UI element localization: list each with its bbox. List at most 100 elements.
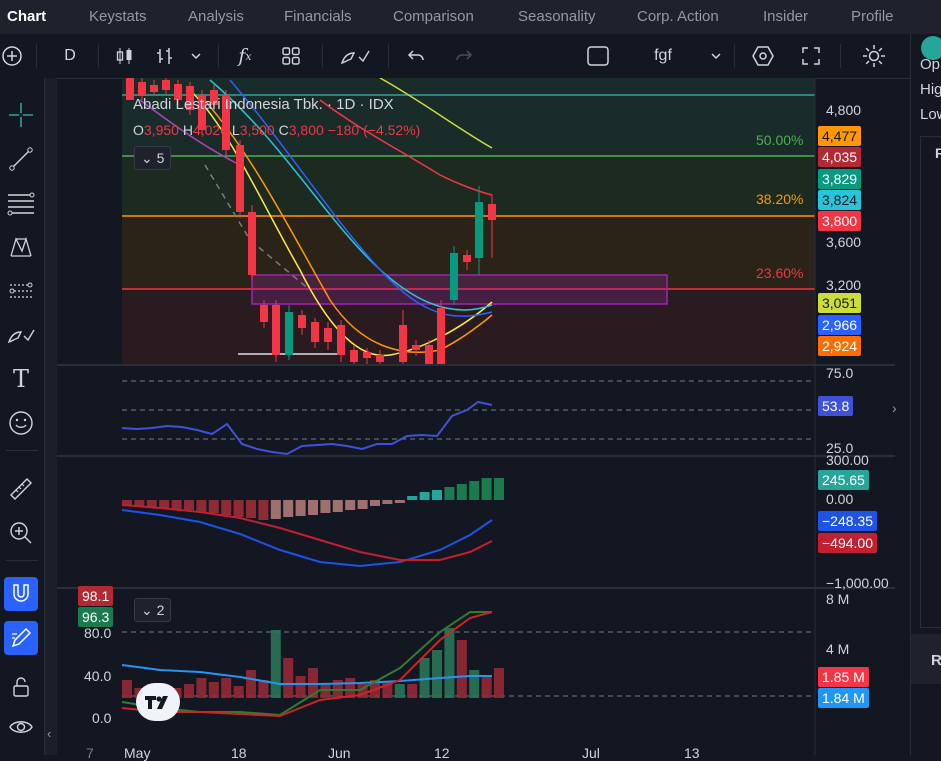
macd-histogram-bar — [382, 500, 393, 504]
macd-histogram-bar — [444, 487, 455, 500]
price-label: 3,824 — [818, 190, 862, 210]
macd-histogram-bar — [357, 500, 368, 509]
macd-histogram-bar — [208, 500, 219, 513]
fib-label-23: 23.60% — [756, 265, 804, 281]
volume-bar — [208, 682, 219, 698]
macd-histogram-bar — [407, 496, 418, 500]
stoch-k-label: 98.1 — [78, 586, 114, 606]
price-tick: 4,800 — [826, 102, 862, 118]
volume-bar — [456, 640, 467, 698]
price-label: 4,035 — [818, 147, 862, 167]
volume-bar — [444, 628, 455, 698]
symbol-legend: Abadi Lestari Indonesia Tbk. · 1D · IDX — [133, 96, 394, 113]
candle-body — [150, 85, 158, 92]
time-tick: 12 — [434, 745, 450, 761]
macd-histogram-bar — [258, 500, 269, 520]
time-tick: 18 — [231, 745, 247, 761]
volume-indicators-collapse[interactable]: ⌄ 2 — [134, 598, 172, 622]
volume-bar — [221, 678, 232, 698]
macd-histogram-bar — [246, 500, 256, 518]
macd-histogram-bar — [432, 490, 442, 500]
rsi-pane — [121, 380, 815, 456]
macd-signal-label: −494.00 — [818, 533, 877, 553]
macd-histogram-bar — [146, 500, 157, 507]
candle-body — [298, 315, 306, 328]
candle-body — [425, 345, 433, 364]
indicators-collapse-button[interactable]: ⌄ 5 — [134, 146, 172, 170]
volume-bar — [122, 680, 132, 698]
volume-bar — [481, 676, 492, 698]
volume-tick: 4 M — [826, 641, 850, 657]
candle-body — [412, 345, 420, 350]
macd-histogram-bar — [320, 500, 331, 513]
volume-bar — [295, 676, 306, 698]
price-label: 3,051 — [818, 293, 862, 313]
candle-body — [138, 82, 146, 96]
stoch-tick: 40.0 — [84, 668, 112, 684]
time-tick: Jul — [582, 745, 600, 761]
price-tick: 3,200 — [826, 277, 862, 293]
right-section: R — [911, 634, 941, 684]
candle-body — [376, 355, 384, 362]
macd-histogram-bar — [233, 500, 244, 517]
stoch-tick: 0.0 — [92, 710, 112, 726]
macd-histogram-bar — [308, 500, 318, 515]
macd-histogram-bar — [184, 500, 194, 510]
macd-histogram-bar — [345, 500, 356, 510]
low-label: Low — [920, 106, 941, 123]
ohlc-values: O3,950 H4,020 L3,500 C3,800 −180 (−4.52%… — [133, 122, 421, 138]
macd-histogram-bar — [394, 500, 405, 503]
macd-histogram-bar — [494, 478, 504, 500]
volume-bar — [394, 684, 405, 698]
macd-histogram-bar — [295, 500, 306, 516]
volume-bar — [283, 658, 294, 698]
macd-histogram-bar — [370, 500, 380, 506]
logo-icon — [136, 683, 180, 721]
price-label: 2,924 — [818, 336, 862, 356]
macd-histogram-bar — [419, 492, 430, 500]
volume-bar — [233, 686, 244, 698]
candle-body — [399, 325, 407, 362]
macd-line-label: −248.35 — [818, 511, 877, 531]
candle-body — [450, 253, 458, 300]
chart-canvas[interactable] — [0, 0, 941, 755]
macd-histogram-bar — [221, 500, 232, 515]
macd-histogram-bar — [456, 484, 467, 500]
candle-body — [363, 352, 371, 358]
candle-body — [463, 255, 471, 262]
candle-body — [488, 204, 496, 220]
candle-body — [311, 322, 319, 342]
candle-body — [236, 145, 244, 212]
volume-bar — [432, 650, 442, 698]
last-price-label: 3,800 — [818, 211, 862, 231]
price-label: 4,477 — [818, 126, 862, 146]
macd-histogram-bar — [171, 500, 182, 509]
stoch-d-label: 96.3 — [78, 607, 114, 627]
volume-bar — [184, 684, 194, 698]
volume-bar — [469, 670, 480, 698]
candle-body — [437, 308, 445, 364]
high-label: Hig — [920, 81, 941, 98]
macd-histogram-bar — [481, 478, 492, 500]
volume-label: 1.85 M — [818, 667, 869, 687]
orderbook-box: F — [920, 136, 941, 628]
macd-histogram-bar — [159, 500, 170, 508]
candle-body — [272, 305, 280, 355]
candle-body — [324, 328, 332, 342]
macd-histogram-bar — [196, 500, 207, 512]
candle-body — [248, 212, 256, 275]
right-info-panel: Op Hig Low F R — [910, 34, 941, 755]
time-tick: May — [124, 745, 151, 761]
macd-hist-label: 245.65 — [818, 470, 869, 490]
rsi-value-label: 53.8 — [818, 396, 854, 416]
macd-pane — [121, 478, 504, 568]
volume-bar — [246, 670, 256, 698]
candle-body — [285, 312, 293, 355]
price-tick: 3,600 — [826, 234, 862, 250]
candle-body — [162, 80, 170, 90]
volume-bar — [407, 684, 418, 698]
candle-body — [260, 305, 268, 322]
volume-bar — [196, 678, 207, 698]
time-axis-arrow: 7 — [86, 745, 94, 761]
chevron-right-icon[interactable]: › — [892, 400, 897, 416]
